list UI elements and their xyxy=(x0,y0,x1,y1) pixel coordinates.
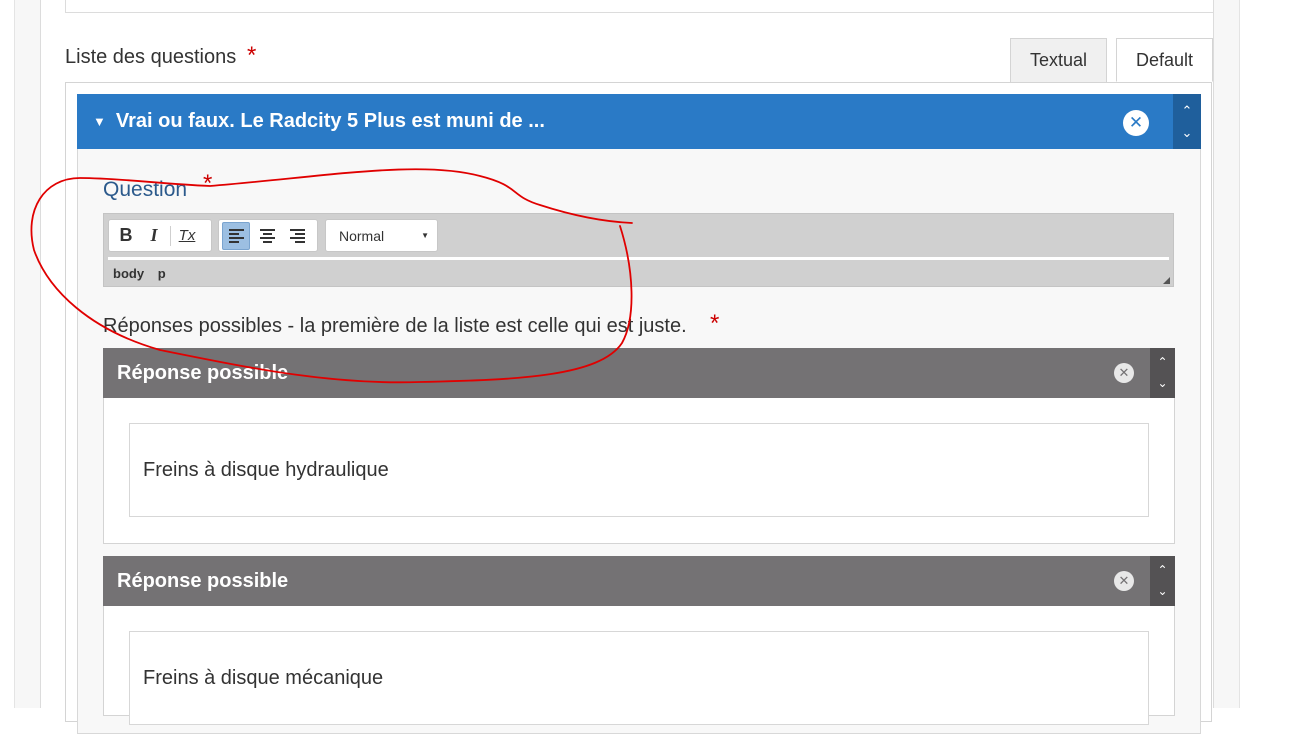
required-asterisk: * xyxy=(203,170,213,197)
path-body[interactable]: body xyxy=(113,266,144,281)
question-item-header[interactable]: ▼ Vrai ou faux. Le Radcity 5 Plus est mu… xyxy=(77,94,1173,149)
dropdown-arrow-icon: ▼ xyxy=(421,231,429,240)
answer-input[interactable]: Freins à disque hydraulique xyxy=(129,423,1149,517)
basic-styles-group: B I Tx xyxy=(108,219,212,252)
path-p[interactable]: p xyxy=(158,266,166,281)
remove-answer-icon[interactable]: ✕ xyxy=(1114,571,1134,591)
answer-input[interactable]: Freins à disque mécanique xyxy=(129,631,1149,725)
italic-button[interactable]: I xyxy=(140,222,168,250)
align-right-button[interactable] xyxy=(283,222,311,250)
tab-default[interactable]: Default xyxy=(1116,38,1213,82)
editor-content-area[interactable] xyxy=(108,257,1169,260)
align-right-icon xyxy=(289,228,305,243)
question-order-controls: ⌃ ⌄ xyxy=(1173,94,1201,149)
element-path-bar: body p xyxy=(113,266,176,281)
question-list-label: Liste des questions xyxy=(65,46,237,68)
answers-label: Réponses possibles - la première de la l… xyxy=(103,315,687,337)
move-down-icon[interactable]: ⌄ xyxy=(1157,581,1167,602)
resize-handle-icon[interactable] xyxy=(1163,277,1170,284)
align-center-icon xyxy=(259,228,275,243)
remove-answer-icon[interactable]: ✕ xyxy=(1114,363,1134,383)
remove-question-icon[interactable]: ✕ xyxy=(1123,110,1149,136)
rich-text-editor: B I Tx Normal ▼ body p xyxy=(103,213,1174,287)
tab-textual[interactable]: Textual xyxy=(1010,38,1107,82)
previous-field-box xyxy=(65,0,1214,13)
align-left-button[interactable] xyxy=(222,221,250,250)
align-center-button[interactable] xyxy=(253,222,281,250)
toolbar-separator xyxy=(170,225,171,246)
answer-item-header[interactable]: Réponse possible xyxy=(103,348,1150,398)
move-down-icon[interactable]: ⌄ xyxy=(1182,122,1193,144)
answer-order-controls: ⌃ ⌄ xyxy=(1150,556,1175,606)
move-up-icon[interactable]: ⌃ xyxy=(1182,100,1193,122)
question-item-title: Vrai ou faux. Le Radcity 5 Plus est muni… xyxy=(115,110,545,132)
move-down-icon[interactable]: ⌄ xyxy=(1157,373,1167,394)
answer-order-controls: ⌃ ⌄ xyxy=(1150,348,1175,398)
alignment-group xyxy=(218,219,318,252)
format-dropdown[interactable]: Normal ▼ xyxy=(325,219,438,252)
question-field-label: Question xyxy=(103,178,188,201)
align-left-icon xyxy=(228,228,244,243)
required-asterisk: * xyxy=(247,42,257,69)
remove-format-icon[interactable]: Tx xyxy=(173,222,201,250)
move-up-icon[interactable]: ⌃ xyxy=(1157,560,1167,581)
bold-button[interactable]: B xyxy=(112,222,140,250)
move-up-icon[interactable]: ⌃ xyxy=(1157,352,1167,373)
required-asterisk: * xyxy=(710,310,720,337)
answer-item-header[interactable]: Réponse possible xyxy=(103,556,1150,606)
caret-down-icon[interactable]: ▼ xyxy=(93,114,106,129)
format-value: Normal xyxy=(339,227,385,244)
